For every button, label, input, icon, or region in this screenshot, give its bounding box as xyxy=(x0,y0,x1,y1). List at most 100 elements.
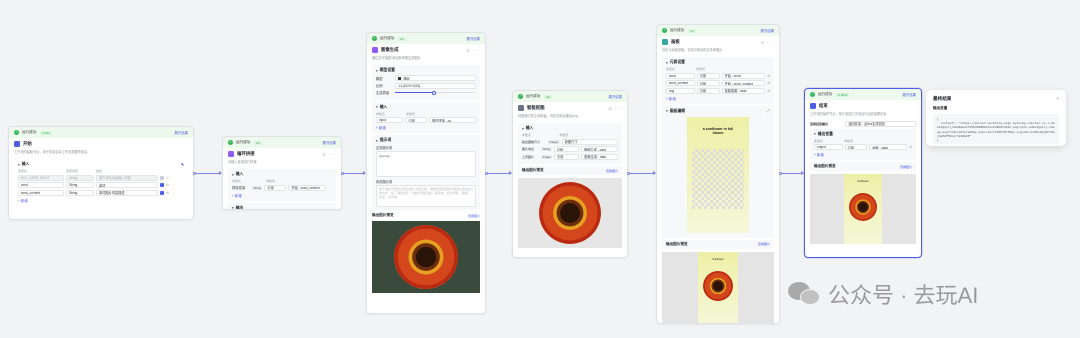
delete-icon[interactable]: ⊖ xyxy=(767,81,770,85)
add-button[interactable]: + 新增 xyxy=(666,96,770,101)
delete-icon[interactable]: ⊖ xyxy=(767,74,770,78)
delete-icon[interactable]: ⊖ xyxy=(166,176,169,180)
section-title[interactable]: 提示词 xyxy=(376,138,476,143)
mode-select[interactable]: 引用 xyxy=(696,72,720,79)
section-title[interactable]: 输入 xyxy=(376,105,476,110)
var-name-field[interactable]: word xyxy=(18,182,64,188)
section-title[interactable]: 画板编辑⤢ xyxy=(666,109,770,114)
output-port[interactable] xyxy=(779,171,782,175)
section-title[interactable]: 输入 xyxy=(522,126,618,131)
var-desc-field[interactable]: 单词 xyxy=(96,182,158,188)
more-icon[interactable]: ⊙ ··· xyxy=(761,40,774,45)
end-node[interactable]: ✓ 运行成功 0.001s 展开结果 结束 工作流的最终节点，用于返回工作流运行… xyxy=(804,88,922,258)
value-select[interactable]: 原图尺寸 xyxy=(561,138,618,145)
view-result-link[interactable]: 展开结果 xyxy=(174,130,188,135)
element-name-field[interactable]: word_content xyxy=(666,80,695,86)
mode-select[interactable]: 引用 xyxy=(696,87,720,94)
section-title[interactable]: 输出 xyxy=(232,206,332,210)
add-button[interactable]: + 新增 xyxy=(232,193,332,198)
output-image[interactable] xyxy=(372,221,480,293)
mode-select[interactable]: 引用 xyxy=(264,184,287,191)
view-result-link[interactable]: 展开结果 xyxy=(760,28,774,33)
add-button[interactable]: + 新增 xyxy=(814,152,912,157)
positive-prompt-input[interactable]: {{input}} xyxy=(376,151,476,177)
output-port[interactable] xyxy=(627,171,630,175)
more-icon[interactable]: ⊙ ··· xyxy=(467,48,480,53)
output-port[interactable] xyxy=(341,171,344,175)
add-button[interactable]: + 新增 xyxy=(18,198,184,203)
var-type-select[interactable]: String xyxy=(66,189,94,196)
run-status-bar: ✓ 运行成功 3s 展开结果 xyxy=(513,91,627,102)
element-name-field[interactable]: word xyxy=(666,72,695,79)
open-image-link[interactable]: 查看图片 xyxy=(606,169,618,173)
required-checkbox[interactable] xyxy=(160,175,164,180)
section-title[interactable]: 元素设置 xyxy=(666,60,770,65)
model-select[interactable]: 通用 xyxy=(395,75,476,81)
poster-title: Sunflower xyxy=(712,257,724,261)
var-type-select[interactable]: String xyxy=(66,182,94,188)
close-icon[interactable]: × xyxy=(1056,96,1059,102)
delete-icon[interactable]: ⊖ xyxy=(909,145,912,149)
delete-icon[interactable]: ⊖ xyxy=(166,191,169,195)
section-title[interactable]: 模型设置 xyxy=(376,68,476,73)
view-result-link[interactable]: 展开结果 xyxy=(466,36,480,41)
value-select[interactable]: 开始 - word_content xyxy=(288,184,327,191)
output-image[interactable]: Sunflower xyxy=(662,251,774,323)
section-title[interactable]: 输入✎ xyxy=(18,162,184,167)
element-name-field[interactable]: img xyxy=(666,87,695,94)
delete-icon[interactable]: ⊖ xyxy=(767,89,770,93)
negative-prompt-input[interactable]: 用于描述不希望出现在图片中的元素，需要用到变量时可使用{{变量名}}的方式，如:… xyxy=(376,185,476,207)
start-node[interactable]: ✓ 运行成功 0.01s 展开结果 开始 工作流的起始节点，用于设定启动工作流需… xyxy=(8,126,194,220)
mode-select[interactable]: 引用 xyxy=(696,80,720,86)
view-result-link[interactable]: 展开结果 xyxy=(902,92,916,97)
edit-icon[interactable]: ✎ xyxy=(181,162,184,167)
quality-slider-handle[interactable] xyxy=(432,90,437,95)
mode-select[interactable]: 引用 xyxy=(844,144,868,150)
view-result-link[interactable]: 展开结果 xyxy=(322,140,336,145)
open-image-link[interactable]: 查看图片 xyxy=(900,165,912,169)
open-image-link[interactable]: 查看图片 xyxy=(468,214,480,218)
add-button[interactable]: + 新增 xyxy=(376,125,476,130)
mode-select[interactable]: 引用 xyxy=(405,117,428,123)
answer-mode-select[interactable]: 返回变量，由Bot生成回答 xyxy=(845,120,916,127)
output-port[interactable] xyxy=(193,171,196,175)
image-generation-node[interactable]: ✓ 运行成功 5s 展开结果 图像生成 ⊙ ··· 通过文字描述/添加参考图生成… xyxy=(366,32,486,314)
value-select[interactable]: 图像生成 - data xyxy=(581,153,618,160)
var-name-field[interactable]: word_content xyxy=(18,189,64,196)
output-port[interactable] xyxy=(485,171,488,175)
view-result-link[interactable]: 展开结果 xyxy=(608,94,622,99)
required-checkbox[interactable] xyxy=(160,183,164,187)
value-select[interactable]: 画板 - data xyxy=(869,144,908,150)
value-select[interactable]: 图像生成 - data xyxy=(581,146,618,152)
concat-node[interactable]: ✓ 运行成功 0s 展开结果 循环拼接 ⊙ ··· 对输入变量进行拼接 输入 参… xyxy=(222,136,342,210)
var-name-field[interactable]: output xyxy=(814,144,843,150)
background-removal-node[interactable]: ✓ 运行成功 3s 展开结果 智能抠图 ⊙ ··· 将图像中的主体保留，背景去除… xyxy=(512,90,628,258)
value-select[interactable]: 开始 - word xyxy=(721,72,766,79)
poster-word-text[interactable]: a sunflower in full bloom xyxy=(698,127,738,135)
quality-slider[interactable] xyxy=(395,90,476,95)
mode-select[interactable]: 引用 xyxy=(553,146,580,152)
output-image[interactable] xyxy=(518,178,622,248)
image-placeholder[interactable] xyxy=(692,148,744,209)
delete-icon[interactable]: ⊖ xyxy=(166,183,169,187)
section-title[interactable]: 输出变量 xyxy=(814,132,912,137)
output-preview-header: 输出图片预览 查看图片 xyxy=(522,168,618,173)
expand-icon[interactable]: ⤢ xyxy=(767,109,770,113)
more-icon[interactable]: ⊙ ··· xyxy=(323,152,336,157)
preview-title: 输出图片预览 xyxy=(666,241,688,246)
mode-select[interactable]: 引用 xyxy=(554,153,580,160)
open-image-link[interactable]: 查看图片 xyxy=(758,242,770,246)
canvas-node[interactable]: ✓ 运行成功 2s 展开结果 画板 ⊙ ··· 自定义画板排版，支持引用添加文本… xyxy=(656,24,780,324)
value-select[interactable]: 循环拼接 - ou xyxy=(429,117,476,123)
node-title: 图像生成 xyxy=(381,47,399,52)
value-select[interactable]: 智能抠图 - data xyxy=(721,87,766,94)
value-select[interactable]: 开始 - word_content xyxy=(721,80,766,86)
var-desc-field[interactable]: 单词图片内容描述 xyxy=(96,189,158,196)
param-name-field[interactable]: input xyxy=(376,117,404,123)
ratio-select[interactable]: 1:1(1024*1024) xyxy=(395,82,476,89)
more-icon[interactable]: ⊙ ··· xyxy=(609,106,622,111)
board-canvas[interactable]: a sunflower in full bloom xyxy=(687,116,749,233)
required-checkbox[interactable] xyxy=(160,190,164,195)
section-title[interactable]: 输入 xyxy=(232,172,332,177)
output-image[interactable]: Sunflower xyxy=(810,174,916,244)
